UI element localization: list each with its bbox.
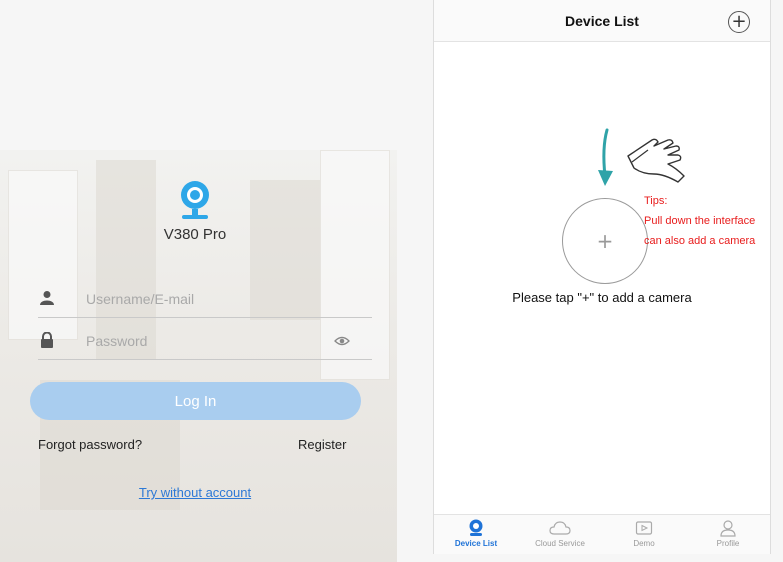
lock-icon	[41, 332, 53, 348]
app-name: V380 Pro	[163, 226, 227, 243]
login-screen: V380 Pro Log In Forgot password? Registe…	[0, 150, 397, 562]
add-camera-hint: Please tap "+" to add a camera	[512, 290, 692, 305]
swipe-hand-icon	[627, 138, 685, 183]
tips-line: Pull down the interface	[644, 215, 756, 227]
add-camera-circle-button[interactable]: +	[562, 198, 648, 284]
username-input[interactable]	[86, 286, 326, 312]
pull-down-arrow-icon	[598, 128, 613, 186]
device-list-screen: Device List + + Tips: Pull down the inte…	[433, 0, 771, 554]
tips-title: Tips:	[644, 195, 668, 207]
tab-device-list[interactable]: Device List	[434, 517, 518, 555]
password-field[interactable]	[38, 326, 372, 360]
tab-cloud-service[interactable]: Cloud Service	[518, 517, 602, 555]
page-title: Device List	[565, 13, 639, 29]
try-without-account-link[interactable]: Try without account	[0, 485, 390, 500]
tab-label: Demo	[633, 539, 655, 548]
tab-label: Device List	[454, 539, 498, 548]
add-device-button[interactable]: +	[728, 11, 750, 33]
bottom-tab-bar: Device List Cloud Service Demo Profile	[434, 514, 770, 554]
tab-profile[interactable]: Profile	[686, 517, 770, 555]
password-input[interactable]	[86, 328, 326, 354]
screenshot-canvas: V380 Pro Log In Forgot password? Registe…	[0, 0, 783, 562]
profile-icon	[720, 520, 736, 537]
tab-label: Cloud Service	[535, 539, 585, 548]
tab-demo[interactable]: Demo	[602, 517, 686, 555]
tab-label: Profile	[716, 539, 740, 548]
camera-icon	[469, 519, 483, 536]
cloud-icon	[549, 521, 571, 535]
username-field[interactable]	[38, 284, 372, 318]
login-button[interactable]: Log In	[30, 382, 361, 420]
camera-logo-icon	[181, 181, 209, 219]
tips-line: can also add a camera	[644, 235, 756, 247]
top-navigation-bar: Device List +	[434, 0, 770, 42]
user-icon	[40, 291, 54, 305]
tips-text: Tips: Pull down the interface can also a…	[644, 191, 755, 251]
show-password-eye-icon[interactable]	[334, 335, 350, 347]
play-icon	[635, 521, 653, 535]
forgot-password-link[interactable]: Forgot password?	[38, 437, 142, 452]
register-link[interactable]: Register	[298, 437, 346, 452]
